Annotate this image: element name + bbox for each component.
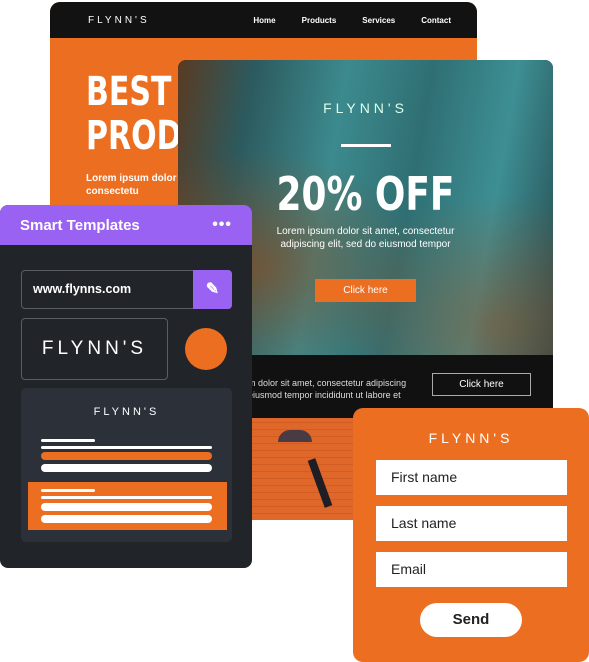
strip-click-here-button[interactable]: Click here — [432, 373, 531, 396]
divider — [340, 144, 391, 147]
logo-preview[interactable]: FLYNN'S — [21, 318, 168, 380]
headline: 20% OFF — [276, 167, 455, 221]
url-input[interactable]: www.flynns.com ✎ — [21, 270, 232, 309]
template-preview[interactable]: FLYNN'S — [21, 388, 232, 542]
nav-products[interactable]: Products — [302, 16, 337, 25]
nav-contact[interactable]: Contact — [421, 16, 451, 25]
orange-block — [28, 482, 227, 530]
last-name-input[interactable]: Last name — [376, 506, 567, 541]
magic-wand-icon[interactable]: ✎ — [193, 270, 232, 309]
first-name-input[interactable]: First name — [376, 460, 567, 495]
line — [41, 446, 212, 449]
click-here-button[interactable]: Click here — [315, 279, 416, 302]
email-input[interactable]: Email — [376, 552, 567, 587]
body-text: Lorem ipsum dolor sit amet, consectetur … — [276, 226, 455, 250]
line — [41, 496, 212, 499]
line — [41, 503, 212, 511]
smart-templates-panel: Smart Templates ••• www.flynns.com ✎ FLY… — [0, 205, 252, 568]
signup-form-card: FLYNN'S First name Last name Email Send — [353, 408, 589, 662]
logo: FLYNN'S — [323, 100, 408, 116]
nav-home[interactable]: Home — [253, 16, 275, 25]
line — [41, 439, 95, 442]
umbrella — [278, 430, 312, 442]
preview-logo: FLYNN'S — [93, 406, 160, 418]
nav-services[interactable]: Services — [362, 16, 395, 25]
send-button[interactable]: Send — [420, 603, 522, 637]
panel-header: Smart Templates ••• — [0, 205, 252, 245]
logo: FLYNN'S — [88, 14, 150, 26]
brand-color-swatch[interactable] — [185, 328, 227, 370]
line — [41, 464, 212, 472]
person — [307, 458, 333, 508]
line — [41, 489, 95, 492]
more-horizontal-icon[interactable]: ••• — [212, 216, 232, 234]
logo: FLYNN'S — [428, 430, 514, 446]
panel-title: Smart Templates — [20, 216, 140, 234]
line — [41, 452, 212, 460]
nav-bar: FLYNN'S Home Products Services Contact — [50, 2, 477, 38]
line — [41, 515, 212, 523]
strip-text: m dolor sit amet, consectetur adipiscing… — [248, 378, 407, 400]
